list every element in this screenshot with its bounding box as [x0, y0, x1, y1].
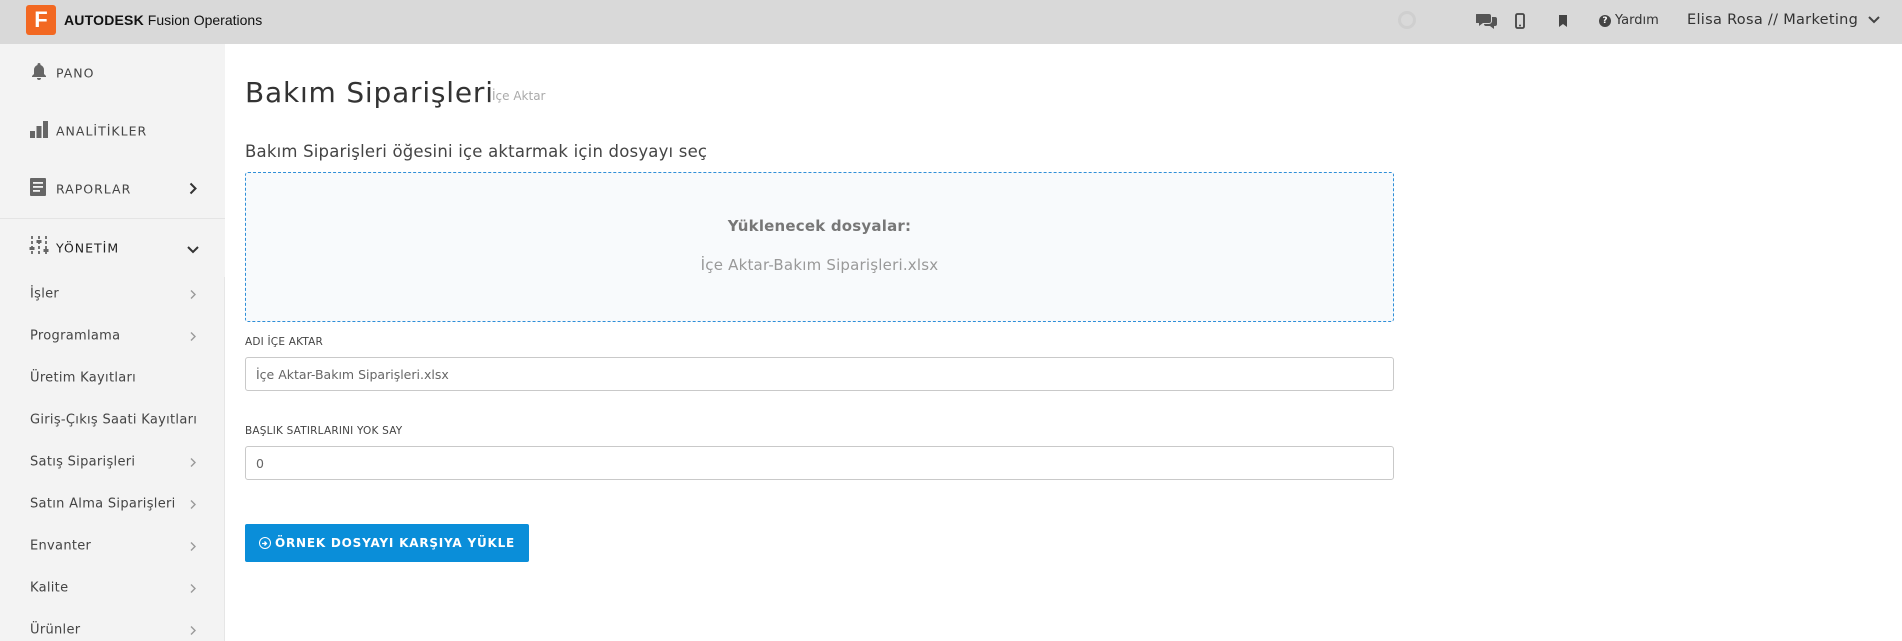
faded-gear-icon [1398, 11, 1416, 29]
skip-headers-label: BAŞLIK SATIRLARINI YOK SAY [245, 425, 403, 437]
chevron-right-icon [190, 453, 196, 472]
bell-icon [29, 61, 49, 85]
sidebar-subitem-satin-alma[interactable]: Satın Alma Siparişleri [0, 483, 225, 525]
upload-button-label: ÖRNEK DOSYAYI KARŞIYA YÜKLE [274, 536, 516, 550]
upload-arrow-icon [258, 537, 271, 549]
brand[interactable]: F AUTODESK Fusion Operations [26, 5, 262, 35]
chevron-right-icon [190, 285, 196, 304]
file-dropzone[interactable]: Yüklenecek dosyalar: İçe Aktar-Bakım Sip… [245, 172, 1394, 322]
sidebar-subitem-label: Kalite [30, 580, 69, 596]
file-select-prompt: Bakım Siparişleri öğesini içe aktarmak i… [245, 142, 708, 161]
sidebar-item-yonetim[interactable]: YÖNETİM [0, 219, 225, 277]
bookmark-icon[interactable] [1558, 10, 1568, 32]
sidebar-item-analitikler[interactable]: ANALİTİKLER [0, 102, 225, 160]
import-name-label: ADI İÇE AKTAR [245, 336, 324, 348]
help-icon: ? [1599, 14, 1611, 27]
sidebar-subitem-giris-cikis[interactable]: Giriş-Çıkış Saati Kayıtları [0, 399, 225, 441]
top-bar: F AUTODESK Fusion Operations ? Yardım El… [0, 0, 1902, 44]
report-icon [29, 177, 47, 201]
chevron-right-icon [190, 495, 196, 514]
help-label: Yardım [1615, 13, 1659, 28]
sidebar-subitem-programlama[interactable]: Programlama [0, 315, 225, 357]
main-content: Bakım Siparişleri İçe Aktar Bakım Sipari… [225, 44, 1902, 641]
sidebar-subitem-uretim-kayitlari[interactable]: Üretim Kayıtları [0, 357, 225, 399]
chat-icon[interactable] [1476, 10, 1498, 32]
brand-bold: AUTODESK [64, 12, 144, 28]
sidebar-subitem-satis-siparisleri[interactable]: Satış Siparişleri [0, 441, 225, 483]
sidebar-label-raporlar: RAPORLAR [56, 181, 132, 197]
sidebar-item-raporlar[interactable]: RAPORLAR [0, 160, 225, 218]
page-subtitle: İçe Aktar [492, 89, 546, 103]
chevron-right-icon [190, 621, 196, 640]
sidebar-subitem-label: Giriş-Çıkış Saati Kayıtları [30, 412, 198, 428]
user-label: Elisa Rosa // Marketing [1687, 12, 1859, 28]
chevron-down-icon [1868, 12, 1880, 28]
sidebar-subitem-label: Satın Alma Siparişleri [30, 496, 176, 512]
mobile-icon[interactable] [1515, 10, 1525, 32]
sidebar-subitem-label: Ürünler [30, 622, 81, 638]
sidebar-subitem-envanter[interactable]: Envanter [0, 525, 225, 567]
sidebar-subitem-kalite[interactable]: Kalite [0, 567, 225, 609]
sidebar-subitem-isler[interactable]: İşler [0, 273, 225, 315]
sidebar-subitem-label: Satış Siparişleri [30, 454, 136, 470]
sliders-icon [29, 235, 49, 261]
sidebar-subitem-urunler[interactable]: Ürünler [0, 609, 225, 641]
sidebar-label-analitikler: ANALİTİKLER [56, 123, 148, 139]
dropzone-file-name: İçe Aktar-Bakım Siparişleri.xlsx [700, 256, 939, 274]
sidebar-subitem-label: Üretim Kayıtları [30, 370, 137, 386]
sidebar: PANO ANALİTİKLER RAPORLAR YÖNETİM İşler … [0, 44, 225, 641]
chevron-right-icon [189, 180, 197, 199]
import-name-input[interactable] [245, 357, 1394, 391]
skip-headers-input[interactable] [245, 446, 1394, 480]
sidebar-label-yonetim: YÖNETİM [56, 240, 120, 256]
dropzone-title: Yüklenecek dosyalar: [727, 217, 912, 235]
fusion-logo: F [26, 5, 56, 35]
sidebar-item-pano[interactable]: PANO [0, 44, 225, 102]
brand-product: Fusion Operations [147, 12, 263, 28]
sidebar-label-pano: PANO [56, 65, 95, 81]
chevron-right-icon [190, 579, 196, 598]
page-title: Bakım Siparişleri [245, 76, 494, 109]
bar-chart-icon [29, 119, 49, 143]
chevron-right-icon [190, 327, 196, 346]
help-link[interactable]: ? Yardım [1599, 13, 1659, 28]
sidebar-subitem-label: İşler [30, 286, 60, 302]
chevron-right-icon [190, 537, 196, 556]
chevron-down-icon [187, 239, 199, 258]
brand-name: AUTODESK Fusion Operations [64, 12, 262, 28]
upload-sample-button[interactable]: ÖRNEK DOSYAYI KARŞIYA YÜKLE [245, 524, 529, 562]
sidebar-subitem-label: Envanter [30, 538, 92, 554]
sidebar-subitem-label: Programlama [30, 328, 121, 344]
user-menu[interactable]: Elisa Rosa // Marketing [1687, 12, 1880, 28]
